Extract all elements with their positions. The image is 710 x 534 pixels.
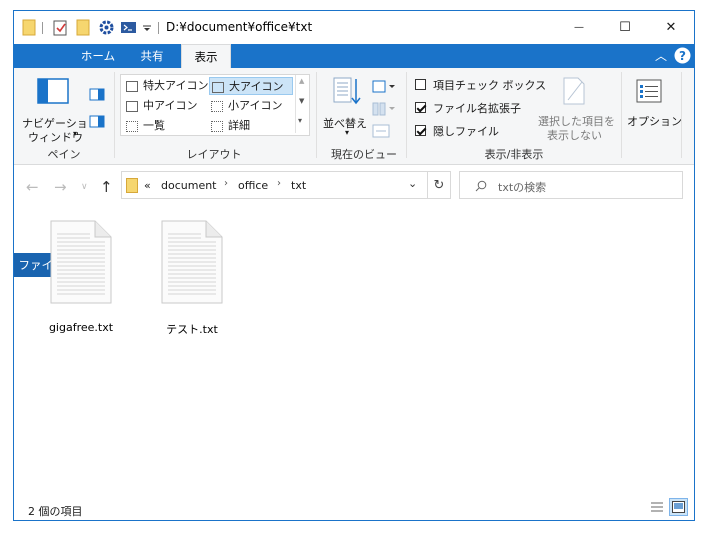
explorer-window: D:¥document¥office¥txt — ☐ ✕ ファイル ホーム 共有…: [13, 10, 695, 521]
status-item-count: 2 個の項目: [28, 505, 83, 518]
breadcrumb-office[interactable]: office: [238, 179, 268, 192]
more-icon[interactable]: ▾: [298, 116, 302, 125]
breadcrumb-overflow[interactable]: «: [144, 179, 151, 192]
chevron-right-icon[interactable]: ›: [224, 178, 228, 189]
refresh-icon: ↻: [433, 177, 445, 193]
chevron-down-icon[interactable]: ▾: [73, 129, 77, 138]
layout-extra-large-icons[interactable]: 特大アイコン: [124, 77, 210, 95]
folder-icon: [126, 178, 138, 193]
group-label-layout: レイアウト: [186, 148, 242, 161]
chevron-down-icon[interactable]: ⌄: [408, 177, 417, 190]
hide-selected-label-2: 表示しない: [547, 129, 602, 142]
search-placeholder: txtの検索: [498, 181, 547, 194]
ribbon: ナビゲーション ウィンドウ ▾ ペイン 特大アイコン 大アイコン 中アイコン 小…: [14, 68, 694, 165]
sort-icon: [333, 77, 361, 105]
layout-details[interactable]: 詳細: [209, 117, 295, 135]
maximize-icon: ☐: [619, 20, 631, 35]
file-extensions-label: ファイル名拡張子: [433, 102, 521, 115]
layout-scrollbar[interactable]: ▲ ▼ ▾: [295, 75, 309, 133]
forward-arrow-icon[interactable]: →: [54, 178, 67, 196]
powershell-icon[interactable]: [120, 19, 137, 36]
layout-gallery: 特大アイコン 大アイコン 中アイコン 小アイコン 一覧 詳細 ▲ ▼ ▾: [120, 74, 310, 136]
image-icon: [126, 100, 138, 112]
maximize-button[interactable]: ☐: [602, 11, 648, 44]
tab-view[interactable]: 表示: [181, 44, 231, 69]
address-bar[interactable]: « document › office › txt ⌄: [121, 171, 428, 199]
hidden-items-checkbox[interactable]: [415, 125, 426, 136]
close-icon: ✕: [665, 20, 677, 35]
customize-dropdown-icon[interactable]: [142, 19, 152, 36]
close-button[interactable]: ✕: [648, 11, 694, 44]
size-columns-icon: [372, 124, 390, 138]
details-view-icon[interactable]: [649, 500, 665, 514]
group-label-current-view: 現在のビュー: [331, 148, 397, 161]
chevron-right-icon[interactable]: ›: [277, 178, 281, 189]
new-folder-icon[interactable]: [76, 19, 90, 36]
list-icon: [126, 120, 138, 132]
hide-selected-icon: [563, 77, 585, 105]
hidden-items-label: 隠しファイル: [433, 125, 499, 138]
scroll-up-icon[interactable]: ▲: [299, 77, 304, 85]
layout-small-icons[interactable]: 小アイコン: [209, 97, 295, 115]
large-icons-view-button[interactable]: [669, 498, 688, 516]
search-box[interactable]: txtの検索: [459, 171, 683, 199]
collapse-ribbon-icon[interactable]: ︿: [655, 47, 667, 64]
add-columns-icon: [372, 102, 395, 116]
group-by-icon[interactable]: [372, 80, 396, 94]
recent-locations-icon[interactable]: ∨: [81, 182, 88, 192]
tab-home[interactable]: ホーム: [74, 44, 122, 68]
text-file-icon: [161, 220, 223, 304]
back-arrow-icon[interactable]: ←: [26, 178, 39, 196]
item-checkboxes-checkbox[interactable]: [415, 79, 426, 90]
text-file-icon: [50, 220, 112, 304]
title-bar: D:¥document¥office¥txt — ☐ ✕: [14, 11, 694, 44]
large-icons-view-icon: [672, 501, 685, 513]
breadcrumb-document[interactable]: document: [161, 179, 217, 192]
layout-large-icons[interactable]: 大アイコン: [209, 77, 293, 95]
search-icon: [475, 180, 487, 192]
folder-icon: [22, 19, 36, 36]
image-icon: [212, 81, 224, 93]
group-label-show-hide: 表示/非表示: [484, 148, 544, 161]
ribbon-tabs: ファイル ホーム 共有 表示 ︿ ?: [14, 44, 694, 277]
minimize-button[interactable]: —: [556, 11, 602, 44]
file-extensions-checkbox[interactable]: [415, 102, 426, 113]
item-checkboxes-label: 項目チェック ボックス: [433, 79, 547, 92]
file-name: gigafree.txt: [48, 321, 114, 334]
file-item[interactable]: テスト.txt: [142, 220, 242, 337]
options-label[interactable]: オプション: [627, 113, 682, 129]
svg-text:?: ?: [679, 49, 686, 63]
preview-pane-icon[interactable]: [89, 88, 105, 101]
layout-medium-icons[interactable]: 中アイコン: [124, 97, 210, 115]
minimize-icon: —: [574, 22, 584, 33]
options-icon: [636, 79, 662, 103]
file-item[interactable]: gigafree.txt: [31, 220, 131, 334]
scroll-down-icon[interactable]: ▼: [299, 97, 304, 105]
chevron-down-icon[interactable]: ▾: [345, 128, 349, 137]
image-icon: [126, 80, 138, 92]
navigation-pane-icon: [37, 78, 69, 104]
layout-list[interactable]: 一覧: [124, 117, 210, 135]
gear-icon[interactable]: [98, 19, 115, 36]
tab-share[interactable]: 共有: [128, 44, 176, 68]
group-label-pane: ペイン: [47, 148, 81, 161]
properties-icon[interactable]: [52, 19, 68, 36]
window-title: D:¥document¥office¥txt: [166, 20, 313, 34]
file-name: テスト.txt: [166, 323, 218, 336]
details-pane-icon[interactable]: [89, 115, 105, 128]
grid-icon: [211, 100, 223, 112]
breadcrumb-txt[interactable]: txt: [291, 179, 306, 192]
refresh-button[interactable]: ↻: [428, 171, 451, 199]
up-arrow-icon[interactable]: ↑: [100, 178, 113, 196]
help-icon[interactable]: ?: [674, 47, 691, 64]
details-icon: [211, 120, 223, 132]
